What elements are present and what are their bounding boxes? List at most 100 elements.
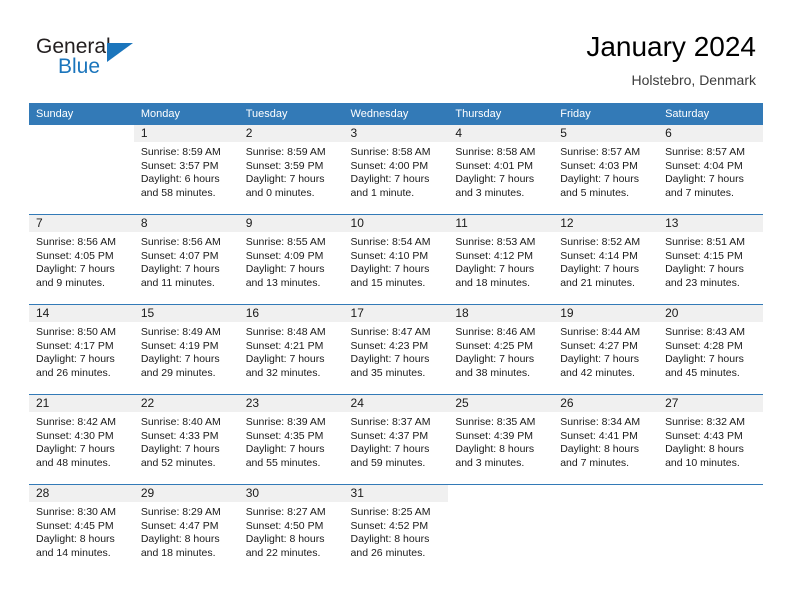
day-cell-22[interactable]: 22 Sunrise: 8:40 AM Sunset: 4:33 PM Dayligh… bbox=[133, 395, 239, 484]
day-detail-line: Daylight: 7 hours bbox=[560, 263, 640, 276]
day-detail-line: Daylight: 7 hours bbox=[455, 263, 535, 276]
day-detail-line: Daylight: 7 hours bbox=[245, 353, 325, 366]
day-detail-line: Sunset: 4:47 PM bbox=[140, 519, 219, 532]
day-detail-line: Sunset: 4:43 PM bbox=[665, 429, 743, 442]
day-cell-5[interactable]: 5 Sunrise: 8:57 AM Sunset: 4:03 PM Daylight… bbox=[553, 125, 659, 214]
day-cell-7[interactable]: 7 Sunrise: 8:56 AM Sunset: 4:05 PM Daylight… bbox=[29, 215, 134, 304]
calendar-cell: 2 Sunrise: 8:59 AM Sunset: 3:59 PM Daylight… bbox=[238, 125, 344, 215]
day-detail-line: Sunset: 4:50 PM bbox=[245, 519, 324, 532]
day-number: 19 bbox=[553, 305, 659, 322]
day-cell-8[interactable]: 8 Sunrise: 8:56 AM Sunset: 4:07 PM Daylight… bbox=[133, 215, 239, 304]
day-cell-18[interactable]: 18 Sunrise: 8:46 AM Sunset: 4:25 PM Dayligh… bbox=[448, 305, 554, 394]
calendar-cell: 1 Sunrise: 8:59 AM Sunset: 3:57 PM Daylight… bbox=[133, 125, 239, 215]
calendar-cell: 31 Sunrise: 8:25 AM Sunset: 4:52 PM Dayligh… bbox=[343, 485, 449, 575]
day-cell-25[interactable]: 25 Sunrise: 8:35 AM Sunset: 4:39 PM Dayligh… bbox=[448, 395, 554, 484]
day-cell-20[interactable]: 20 Sunrise: 8:43 AM Sunset: 4:28 PM Dayligh… bbox=[658, 305, 763, 394]
day-detail-line: and 48 minutes. bbox=[36, 456, 111, 469]
calendar-cell: 3 Sunrise: 8:58 AM Sunset: 4:00 PM Daylight… bbox=[343, 125, 449, 215]
calendar-cell: 6 Sunrise: 8:57 AM Sunset: 4:04 PM Daylight… bbox=[658, 125, 763, 215]
day-detail-line: and 10 minutes. bbox=[665, 456, 740, 469]
day-detail-line: Sunrise: 8:27 AM bbox=[245, 506, 326, 518]
day-details: Sunrise: 8:50 AM Sunset: 4:17 PM Daylight:… bbox=[29, 322, 134, 380]
day-cell-23[interactable]: 23 Sunrise: 8:39 AM Sunset: 4:35 PM Dayligh… bbox=[238, 395, 344, 484]
day-cell-21[interactable]: 21 Sunrise: 8:42 AM Sunset: 4:30 PM Dayligh… bbox=[29, 395, 134, 484]
day-detail-line: Sunrise: 8:58 AM bbox=[350, 146, 431, 158]
calendar-cell: 21 Sunrise: 8:42 AM Sunset: 4:30 PM Dayligh… bbox=[29, 394, 134, 485]
day-number: 24 bbox=[343, 395, 449, 412]
calendar-cell: 7 Sunrise: 8:56 AM Sunset: 4:05 PM Daylight… bbox=[29, 214, 134, 305]
day-details: Sunrise: 8:47 AM Sunset: 4:23 PM Daylight:… bbox=[344, 322, 449, 380]
day-detail-line: Sunrise: 8:51 AM bbox=[665, 236, 746, 248]
day-detail-line: Daylight: 7 hours bbox=[245, 443, 325, 456]
day-cell-29[interactable]: 29 Sunrise: 8:29 AM Sunset: 4:47 PM Dayligh… bbox=[133, 485, 239, 574]
day-number: 14 bbox=[29, 305, 134, 322]
day-number: 25 bbox=[448, 395, 554, 412]
day-detail-line: Sunset: 4:09 PM bbox=[245, 249, 324, 262]
day-details: Sunrise: 8:27 AM Sunset: 4:50 PM Daylight:… bbox=[239, 502, 344, 560]
day-detail-line: Sunset: 4:07 PM bbox=[140, 249, 219, 262]
day-details: Sunrise: 8:59 AM Sunset: 3:57 PM Daylight:… bbox=[134, 142, 239, 200]
day-details: Sunrise: 8:58 AM Sunset: 4:00 PM Daylight:… bbox=[344, 142, 449, 200]
day-detail-line: and 22 minutes. bbox=[245, 546, 321, 559]
day-detail-line: Daylight: 7 hours bbox=[350, 353, 430, 366]
day-cell-1[interactable]: 1 Sunrise: 8:59 AM Sunset: 3:57 PM Daylight… bbox=[133, 125, 239, 214]
calendar-cell: 22 Sunrise: 8:40 AM Sunset: 4:33 PM Dayligh… bbox=[133, 394, 239, 485]
day-number: 18 bbox=[448, 305, 554, 322]
day-number: 4 bbox=[448, 125, 554, 142]
calendar-cell: 20 Sunrise: 8:43 AM Sunset: 4:28 PM Dayligh… bbox=[658, 304, 763, 395]
day-cell-13[interactable]: 13 Sunrise: 8:51 AM Sunset: 4:15 PM Dayligh… bbox=[658, 215, 763, 304]
day-cell-11[interactable]: 11 Sunrise: 8:53 AM Sunset: 4:12 PM Dayligh… bbox=[448, 215, 554, 304]
calendar-week-row: 21 Sunrise: 8:42 AM Sunset: 4:30 PM Dayligh… bbox=[29, 394, 763, 485]
day-cell-2[interactable]: 2 Sunrise: 8:59 AM Sunset: 3:59 PM Daylight… bbox=[238, 125, 344, 214]
day-cell-28[interactable]: 28 Sunrise: 8:30 AM Sunset: 4:45 PM Dayligh… bbox=[29, 485, 134, 574]
day-details: Sunrise: 8:49 AM Sunset: 4:19 PM Daylight:… bbox=[134, 322, 239, 380]
day-cell-26[interactable]: 26 Sunrise: 8:34 AM Sunset: 4:41 PM Dayligh… bbox=[553, 395, 659, 484]
day-cell-30[interactable]: 30 Sunrise: 8:27 AM Sunset: 4:50 PM Dayligh… bbox=[238, 485, 344, 574]
day-cell-6[interactable]: 6 Sunrise: 8:57 AM Sunset: 4:04 PM Daylight… bbox=[658, 125, 763, 214]
day-number: 23 bbox=[238, 395, 344, 412]
day-cell-4[interactable]: 4 Sunrise: 8:58 AM Sunset: 4:01 PM Daylight… bbox=[448, 125, 554, 214]
calendar-cell: 26 Sunrise: 8:34 AM Sunset: 4:41 PM Dayligh… bbox=[553, 394, 659, 485]
day-cell-31[interactable]: 31 Sunrise: 8:25 AM Sunset: 4:52 PM Dayligh… bbox=[343, 485, 449, 574]
calendar-cell: 18 Sunrise: 8:46 AM Sunset: 4:25 PM Dayligh… bbox=[448, 304, 554, 395]
day-cell-17[interactable]: 17 Sunrise: 8:47 AM Sunset: 4:23 PM Dayligh… bbox=[343, 305, 449, 394]
day-number: 31 bbox=[343, 485, 449, 502]
day-details: Sunrise: 8:32 AM Sunset: 4:43 PM Daylight:… bbox=[658, 412, 763, 470]
day-detail-line: Sunrise: 8:30 AM bbox=[36, 506, 116, 518]
day-cell-14[interactable]: 14 Sunrise: 8:50 AM Sunset: 4:17 PM Dayligh… bbox=[29, 305, 134, 394]
day-detail-line: Sunrise: 8:25 AM bbox=[350, 506, 431, 518]
calendar-body: 1 Sunrise: 8:59 AM Sunset: 3:57 PM Daylight… bbox=[29, 125, 763, 574]
day-cell-10[interactable]: 10 Sunrise: 8:54 AM Sunset: 4:10 PM Dayligh… bbox=[343, 215, 449, 304]
day-cell-3[interactable]: 3 Sunrise: 8:58 AM Sunset: 4:00 PM Daylight… bbox=[343, 125, 449, 214]
day-cell-24[interactable]: 24 Sunrise: 8:37 AM Sunset: 4:37 PM Dayligh… bbox=[343, 395, 449, 484]
day-detail-line: and 9 minutes. bbox=[36, 276, 105, 289]
day-number: 17 bbox=[343, 305, 449, 322]
day-cell-9[interactable]: 9 Sunrise: 8:55 AM Sunset: 4:09 PM Daylight… bbox=[238, 215, 344, 304]
day-cell-19[interactable]: 19 Sunrise: 8:44 AM Sunset: 4:27 PM Dayligh… bbox=[553, 305, 659, 394]
calendar-cell bbox=[448, 485, 553, 575]
day-cell-12[interactable]: 12 Sunrise: 8:52 AM Sunset: 4:14 PM Dayligh… bbox=[553, 215, 659, 304]
day-cell-empty bbox=[553, 485, 658, 574]
day-detail-line: Sunrise: 8:47 AM bbox=[350, 326, 431, 338]
day-cell-27[interactable]: 27 Sunrise: 8:32 AM Sunset: 4:43 PM Dayligh… bbox=[658, 395, 763, 484]
logo-triangle-icon bbox=[107, 43, 133, 62]
day-detail-line: Sunset: 4:03 PM bbox=[560, 159, 638, 172]
day-details: Sunrise: 8:51 AM Sunset: 4:15 PM Daylight:… bbox=[658, 232, 763, 290]
weekday-header-row: Sunday Monday Tuesday Wednesday Thursday Frid… bbox=[29, 103, 763, 125]
day-number bbox=[658, 485, 763, 502]
calendar-cell: 13 Sunrise: 8:51 AM Sunset: 4:15 PM Dayligh… bbox=[658, 214, 763, 305]
general-blue-logo[interactable]: General Blue bbox=[36, 36, 156, 84]
day-details: Sunrise: 8:46 AM Sunset: 4:25 PM Daylight:… bbox=[448, 322, 553, 380]
calendar-cell: 14 Sunrise: 8:50 AM Sunset: 4:17 PM Dayligh… bbox=[29, 304, 134, 395]
day-detail-line: Sunrise: 8:39 AM bbox=[245, 416, 326, 428]
day-cell-15[interactable]: 15 Sunrise: 8:49 AM Sunset: 4:19 PM Dayligh… bbox=[133, 305, 239, 394]
day-detail-line: Sunset: 4:28 PM bbox=[665, 339, 743, 352]
day-detail-line: Sunset: 4:25 PM bbox=[455, 339, 534, 352]
day-details: Sunrise: 8:57 AM Sunset: 4:03 PM Daylight:… bbox=[553, 142, 658, 200]
day-detail-line: Daylight: 8 hours bbox=[245, 533, 325, 546]
day-cell-16[interactable]: 16 Sunrise: 8:48 AM Sunset: 4:21 PM Dayligh… bbox=[238, 305, 344, 394]
day-detail-line: Daylight: 7 hours bbox=[245, 263, 325, 276]
day-number: 9 bbox=[238, 215, 344, 232]
day-details: Sunrise: 8:48 AM Sunset: 4:21 PM Daylight:… bbox=[239, 322, 344, 380]
day-number bbox=[29, 125, 134, 142]
